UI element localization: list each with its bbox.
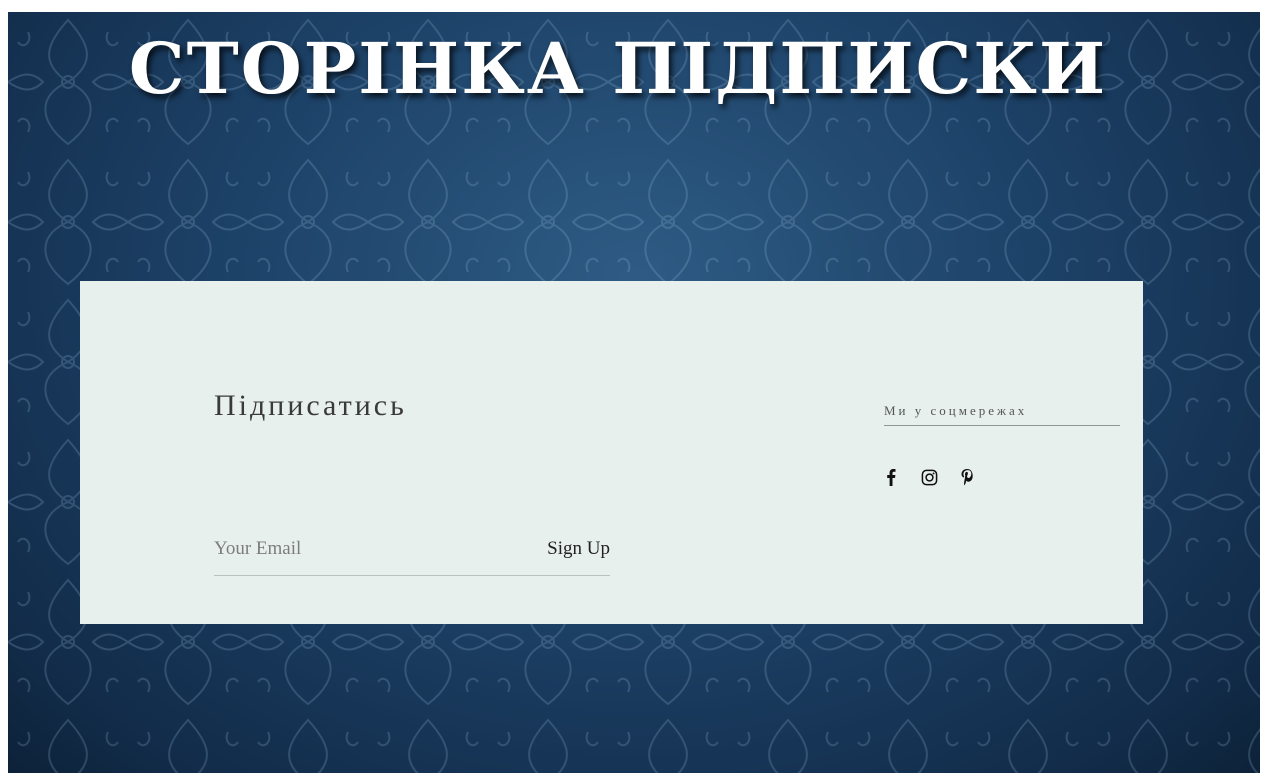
social-heading: Ми у соцмережах [884, 403, 1120, 426]
social-icons [880, 466, 978, 488]
instagram-icon[interactable] [918, 466, 940, 488]
email-form: Sign Up [214, 531, 610, 576]
facebook-icon[interactable] [880, 466, 902, 488]
pinterest-icon[interactable] [956, 466, 978, 488]
subscribe-heading: Підписатись [214, 389, 407, 422]
email-input[interactable] [214, 535, 514, 563]
slide-title: СТОРІНКА ПІДПИСКИ [128, 27, 1108, 110]
slide-background: СТОРІНКА ПІДПИСКИ Підписатись Sign Up Ми… [8, 12, 1260, 773]
subscribe-panel: Підписатись Sign Up Ми у соцмережах [80, 281, 1143, 624]
sign-up-button[interactable]: Sign Up [547, 535, 610, 563]
